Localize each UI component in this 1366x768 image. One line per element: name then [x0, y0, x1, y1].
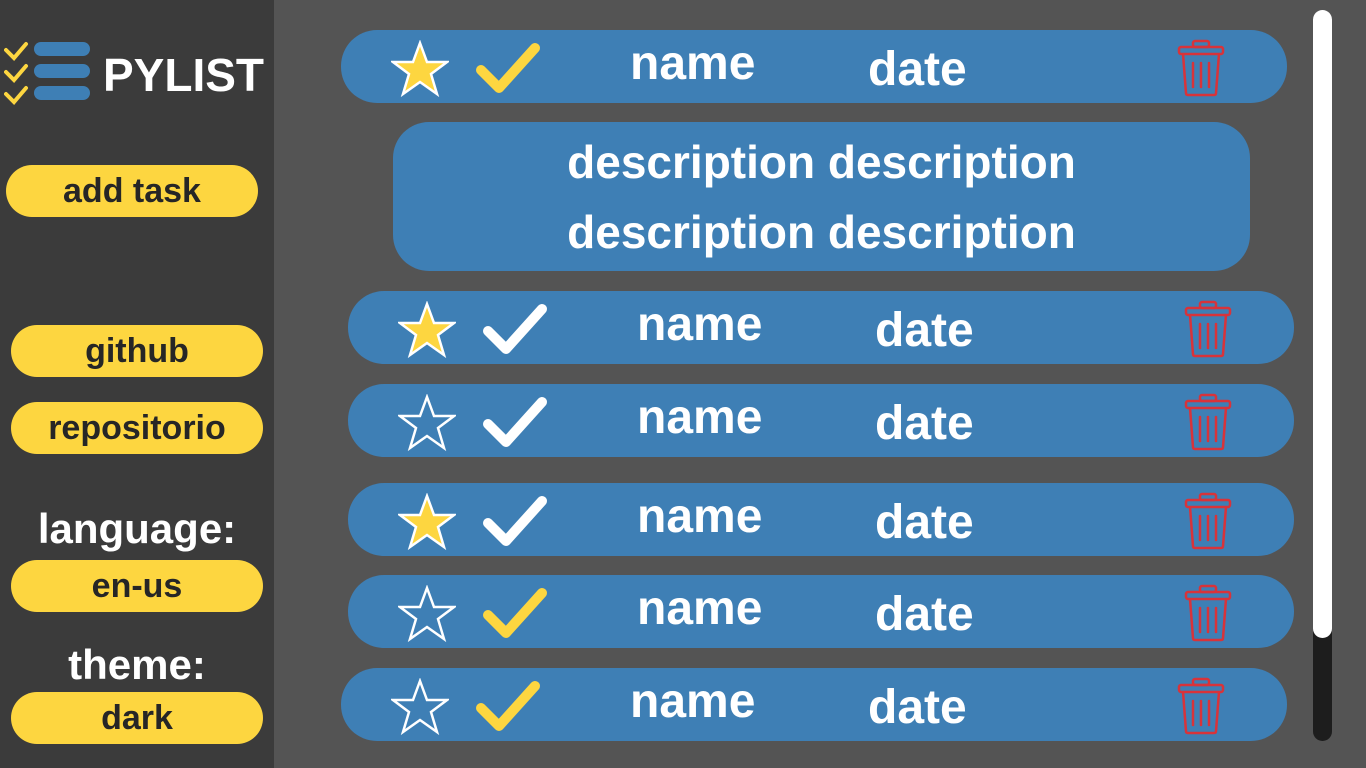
- checkmark-icon[interactable]: [480, 299, 550, 357]
- task-row[interactable]: name date: [341, 30, 1287, 103]
- checkmark-icon[interactable]: [480, 491, 550, 549]
- sidebar: PYLIST add task github repositorio langu…: [0, 0, 274, 768]
- checkmark-icon[interactable]: [480, 392, 550, 450]
- language-select[interactable]: en-us: [11, 560, 263, 612]
- task-date: date: [875, 588, 974, 641]
- task-row[interactable]: name date: [348, 291, 1294, 364]
- star-icon[interactable]: [391, 678, 449, 736]
- checkmark-icon[interactable]: [473, 38, 543, 96]
- task-date: date: [875, 496, 974, 549]
- description-line-2: description description: [567, 206, 1076, 258]
- description-line-1: description description: [567, 136, 1076, 188]
- task-date: date: [875, 304, 974, 357]
- task-name: name: [637, 298, 763, 351]
- checkmark-icon[interactable]: [473, 676, 543, 734]
- task-name: name: [630, 37, 756, 90]
- task-date: date: [868, 43, 967, 96]
- star-icon[interactable]: [398, 301, 456, 359]
- star-icon[interactable]: [398, 585, 456, 643]
- add-task-button[interactable]: add task: [6, 165, 258, 217]
- task-row[interactable]: name date: [348, 384, 1294, 457]
- task-date: date: [875, 397, 974, 450]
- star-icon[interactable]: [398, 493, 456, 551]
- task-name: name: [637, 391, 763, 444]
- task-name: name: [637, 490, 763, 543]
- github-button[interactable]: github: [11, 325, 263, 377]
- trash-icon[interactable]: [1175, 39, 1227, 97]
- star-icon[interactable]: [398, 394, 456, 452]
- task-row[interactable]: name date: [348, 483, 1294, 556]
- task-name: name: [630, 675, 756, 728]
- language-label: language:: [37, 505, 237, 552]
- app-title: PYLIST: [103, 49, 265, 101]
- trash-icon[interactable]: [1182, 492, 1234, 550]
- trash-icon[interactable]: [1182, 584, 1234, 642]
- trash-icon[interactable]: [1182, 393, 1234, 451]
- checkmark-icon[interactable]: [480, 583, 550, 641]
- repositorio-button[interactable]: repositorio: [11, 402, 263, 454]
- star-icon[interactable]: [391, 40, 449, 98]
- trash-icon[interactable]: [1175, 677, 1227, 735]
- trash-icon[interactable]: [1182, 300, 1234, 358]
- theme-select[interactable]: dark: [11, 692, 263, 744]
- task-description: description description description desc…: [393, 122, 1250, 271]
- scrollbar-thumb[interactable]: [1313, 10, 1332, 638]
- task-date: date: [868, 681, 967, 734]
- task-row[interactable]: name date: [341, 668, 1287, 741]
- task-name: name: [637, 582, 763, 635]
- theme-label: theme:: [68, 641, 206, 688]
- task-row[interactable]: name date: [348, 575, 1294, 648]
